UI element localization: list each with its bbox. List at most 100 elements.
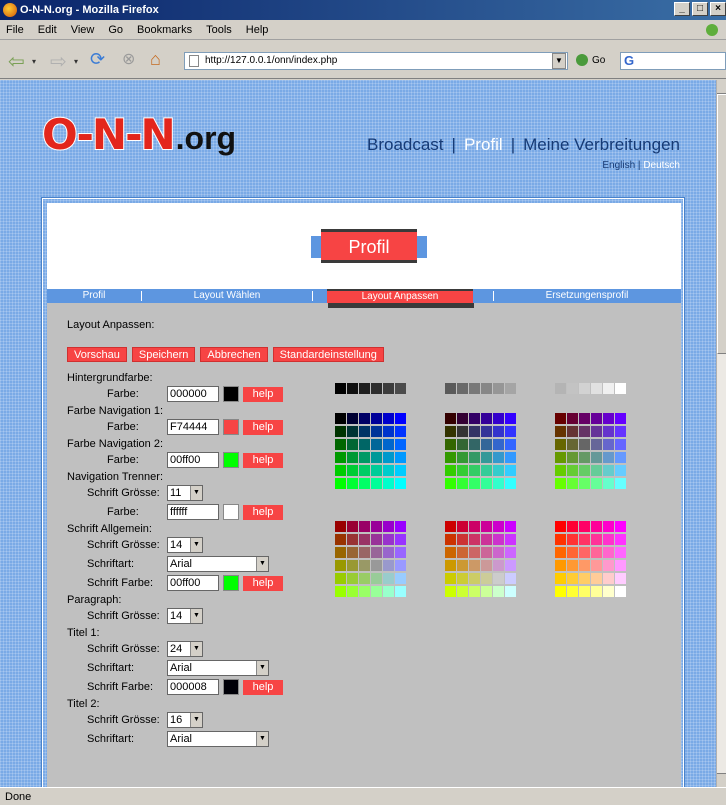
lang-deutsch[interactable]: Deutsch (643, 160, 680, 171)
font-family-select[interactable]: Arial ▼ (167, 660, 269, 676)
palette-swatch[interactable] (591, 547, 602, 558)
palette-swatch[interactable] (347, 586, 358, 597)
palette-swatch[interactable] (579, 452, 590, 463)
vorschau-button[interactable]: Vorschau (67, 347, 127, 362)
palette-swatch[interactable] (591, 426, 602, 437)
palette-swatch[interactable] (591, 465, 602, 476)
palette-swatch[interactable] (469, 547, 480, 558)
palette-swatch[interactable] (445, 547, 456, 558)
palette-swatch[interactable] (481, 560, 492, 571)
palette-swatch[interactable] (457, 573, 468, 584)
palette-swatch[interactable] (615, 465, 626, 476)
palette-swatch[interactable] (555, 413, 566, 424)
palette-swatch[interactable] (505, 547, 516, 558)
palette-swatch[interactable] (457, 383, 468, 394)
palette-swatch[interactable] (567, 560, 578, 571)
palette-swatch[interactable] (505, 478, 516, 489)
palette-swatch[interactable] (579, 521, 590, 532)
palette-swatch[interactable] (371, 478, 382, 489)
scroll-down-button[interactable] (717, 773, 726, 787)
palette-swatch[interactable] (567, 426, 578, 437)
palette-swatch[interactable] (469, 426, 480, 437)
menu-file[interactable]: File (6, 24, 24, 36)
palette-swatch[interactable] (371, 383, 382, 394)
palette-swatch[interactable] (457, 534, 468, 545)
menu-go[interactable]: Go (108, 24, 123, 36)
palette-swatch[interactable] (555, 547, 566, 558)
palette-swatch[interactable] (383, 383, 394, 394)
palette-swatch[interactable] (493, 452, 504, 463)
palette-swatch[interactable] (347, 452, 358, 463)
palette-swatch[interactable] (555, 534, 566, 545)
palette-swatch[interactable] (505, 534, 516, 545)
palette-swatch[interactable] (615, 413, 626, 424)
palette-swatch[interactable] (591, 439, 602, 450)
back-icon[interactable]: ⇦ (8, 49, 25, 74)
palette-swatch[interactable] (359, 452, 370, 463)
palette-swatch[interactable] (359, 521, 370, 532)
palette-swatch[interactable] (335, 426, 346, 437)
palette-swatch[interactable] (359, 465, 370, 476)
hex-color-input[interactable]: 000008 (167, 679, 219, 695)
palette-swatch[interactable] (335, 413, 346, 424)
back-dropdown-icon[interactable]: ▾ (32, 57, 36, 66)
palette-swatch[interactable] (481, 413, 492, 424)
palette-swatch[interactable] (445, 413, 456, 424)
palette-swatch[interactable] (615, 383, 626, 394)
palette-swatch[interactable] (555, 560, 566, 571)
palette-swatch[interactable] (359, 413, 370, 424)
palette-swatch[interactable] (555, 383, 566, 394)
palette-swatch[interactable] (567, 521, 578, 532)
go-button[interactable]: Go (576, 52, 605, 70)
palette-swatch[interactable] (445, 586, 456, 597)
palette-swatch[interactable] (359, 560, 370, 571)
palette-swatch[interactable] (579, 573, 590, 584)
hex-color-input[interactable]: 00ff00 (167, 452, 219, 468)
palette-swatch[interactable] (591, 573, 602, 584)
reload-icon[interactable]: ⟳ (90, 49, 105, 70)
palette-swatch[interactable] (567, 478, 578, 489)
help-button[interactable]: help (243, 453, 283, 468)
palette-swatch[interactable] (615, 586, 626, 597)
palette-swatch[interactable] (469, 465, 480, 476)
scroll-up-button[interactable] (717, 80, 726, 94)
palette-swatch[interactable] (371, 413, 382, 424)
palette-swatch[interactable] (493, 547, 504, 558)
palette-swatch[interactable] (591, 521, 602, 532)
palette-swatch[interactable] (469, 534, 480, 545)
palette-swatch[interactable] (615, 521, 626, 532)
palette-swatch[interactable] (347, 478, 358, 489)
palette-swatch[interactable] (579, 534, 590, 545)
palette-swatch[interactable] (335, 521, 346, 532)
help-button[interactable]: help (243, 576, 283, 591)
lang-english[interactable]: English (602, 160, 635, 171)
palette-swatch[interactable] (359, 586, 370, 597)
palette-swatch[interactable] (395, 560, 406, 571)
help-button[interactable]: help (243, 680, 283, 695)
palette-swatch[interactable] (481, 426, 492, 437)
speichern-button[interactable]: Speichern (131, 347, 196, 362)
palette-swatch[interactable] (335, 452, 346, 463)
palette-swatch[interactable] (445, 560, 456, 571)
url-input[interactable]: http://127.0.0.1/onn/index.php (184, 52, 568, 70)
palette-swatch[interactable] (591, 413, 602, 424)
palette-swatch[interactable] (347, 573, 358, 584)
palette-swatch[interactable] (481, 586, 492, 597)
menu-tools[interactable]: Tools (206, 24, 232, 36)
palette-swatch[interactable] (445, 465, 456, 476)
palette-swatch[interactable] (615, 534, 626, 545)
palette-swatch[interactable] (359, 439, 370, 450)
hex-color-input[interactable]: 000000 (167, 386, 219, 402)
palette-swatch[interactable] (579, 439, 590, 450)
font-size-select[interactable]: 14 ▼ (167, 608, 203, 624)
palette-swatch[interactable] (481, 452, 492, 463)
palette-swatch[interactable] (615, 573, 626, 584)
palette-swatch[interactable] (603, 413, 614, 424)
palette-swatch[interactable] (359, 573, 370, 584)
palette-swatch[interactable] (579, 478, 590, 489)
palette-swatch[interactable] (603, 426, 614, 437)
palette-swatch[interactable] (395, 439, 406, 450)
palette-swatch[interactable] (445, 426, 456, 437)
palette-swatch[interactable] (445, 521, 456, 532)
palette-swatch[interactable] (505, 383, 516, 394)
